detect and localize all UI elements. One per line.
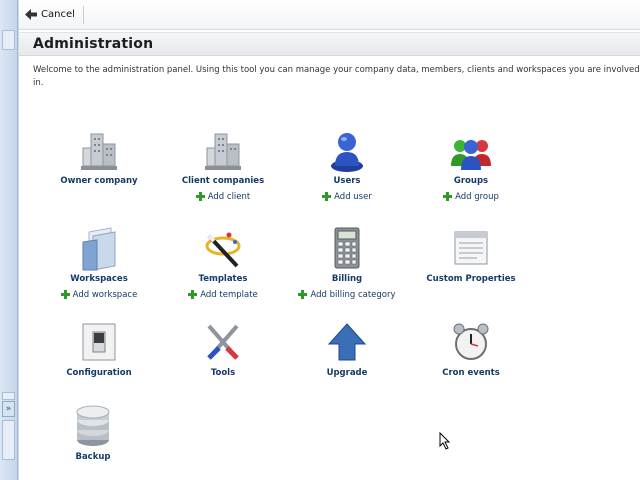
admin-item-users[interactable]: Users Add user: [287, 128, 407, 205]
welcome-text: Welcome to the administration panel. Usi…: [33, 65, 640, 88]
wand-icon: [205, 232, 241, 268]
expand-panel-button[interactable]: »: [2, 401, 15, 417]
item-label: Billing: [331, 274, 363, 284]
database-icon: [76, 405, 110, 446]
admin-item-cron-events[interactable]: Cron events: [411, 320, 531, 378]
add-icon: [443, 192, 453, 201]
panel-segment: [2, 30, 15, 50]
upgrade-arrow-icon: [327, 323, 367, 361]
item-label: Owner company: [60, 176, 138, 186]
add-icon: [195, 192, 205, 201]
admin-item-groups[interactable]: Groups Add group: [411, 128, 531, 205]
add-label: Add template: [200, 289, 258, 300]
mouse-cursor-icon: [439, 432, 451, 450]
admin-item-configuration[interactable]: Configuration: [39, 320, 159, 378]
group-icon: [451, 140, 491, 170]
add-billing-category-link[interactable]: Add billing category: [298, 289, 396, 300]
calculator-icon: [334, 227, 360, 269]
cancel-label: Cancel: [41, 9, 75, 20]
admin-item-billing[interactable]: Billing Add billing category: [287, 226, 407, 303]
admin-item-templates[interactable]: Templates Add template: [163, 226, 283, 303]
add-icon: [298, 290, 308, 299]
admin-frame: Cancel Administration Welcome to the adm…: [18, 0, 640, 480]
title-bar: Administration: [19, 32, 640, 56]
item-label: Custom Properties: [426, 274, 516, 284]
add-user-link[interactable]: Add user: [322, 192, 372, 202]
admin-item-custom-properties[interactable]: Custom Properties: [411, 226, 531, 284]
admin-item-workspaces[interactable]: Workspaces Add workspace: [39, 226, 159, 303]
item-label: Workspaces: [70, 274, 128, 284]
building-icon: [205, 133, 241, 170]
admin-item-backup[interactable]: Backup: [33, 404, 153, 462]
add-label: Add workspace: [72, 289, 138, 300]
left-panel-strip: »: [0, 0, 18, 480]
item-label: Cron events: [442, 368, 500, 378]
item-label: Groups: [453, 176, 489, 186]
form-icon: [454, 231, 488, 265]
item-label: Client companies: [181, 176, 265, 186]
add-label: Add group: [455, 191, 499, 202]
toolbar: Cancel: [19, 0, 640, 30]
add-icon: [60, 290, 70, 299]
item-label: Configuration: [66, 368, 132, 378]
add-workspace-link[interactable]: Add workspace: [60, 289, 138, 300]
add-group-link[interactable]: Add group: [443, 192, 499, 202]
folder-icon: [82, 227, 116, 271]
item-label: Users: [333, 176, 361, 186]
add-icon: [322, 192, 332, 201]
add-label: Add client: [207, 191, 251, 202]
item-label: Templates: [198, 274, 248, 284]
admin-item-client-companies[interactable]: Client companies Add client: [163, 128, 283, 205]
add-client-link[interactable]: Add client: [195, 191, 251, 202]
user-icon: [331, 133, 363, 172]
add-icon: [188, 290, 198, 299]
add-label: Add billing category: [310, 289, 396, 300]
building-icon: [81, 133, 117, 170]
alarm-clock-icon: [453, 323, 489, 360]
item-label: Tools: [210, 368, 236, 378]
switch-icon: [82, 323, 116, 361]
cancel-button[interactable]: Cancel: [25, 5, 84, 24]
add-template-link[interactable]: Add template: [188, 290, 258, 300]
page-title: Administration: [33, 36, 154, 52]
panel-segment: [2, 420, 15, 460]
admin-item-owner-company[interactable]: Owner company: [39, 128, 159, 186]
admin-item-tools[interactable]: Tools: [163, 320, 283, 378]
add-label: Add user: [334, 191, 372, 202]
tools-icon: [207, 324, 239, 360]
back-arrow-icon: [25, 9, 37, 20]
panel-segment: [2, 392, 15, 400]
admin-item-upgrade[interactable]: Upgrade: [287, 320, 407, 378]
item-label: Upgrade: [326, 368, 368, 378]
item-label: Backup: [75, 452, 111, 462]
